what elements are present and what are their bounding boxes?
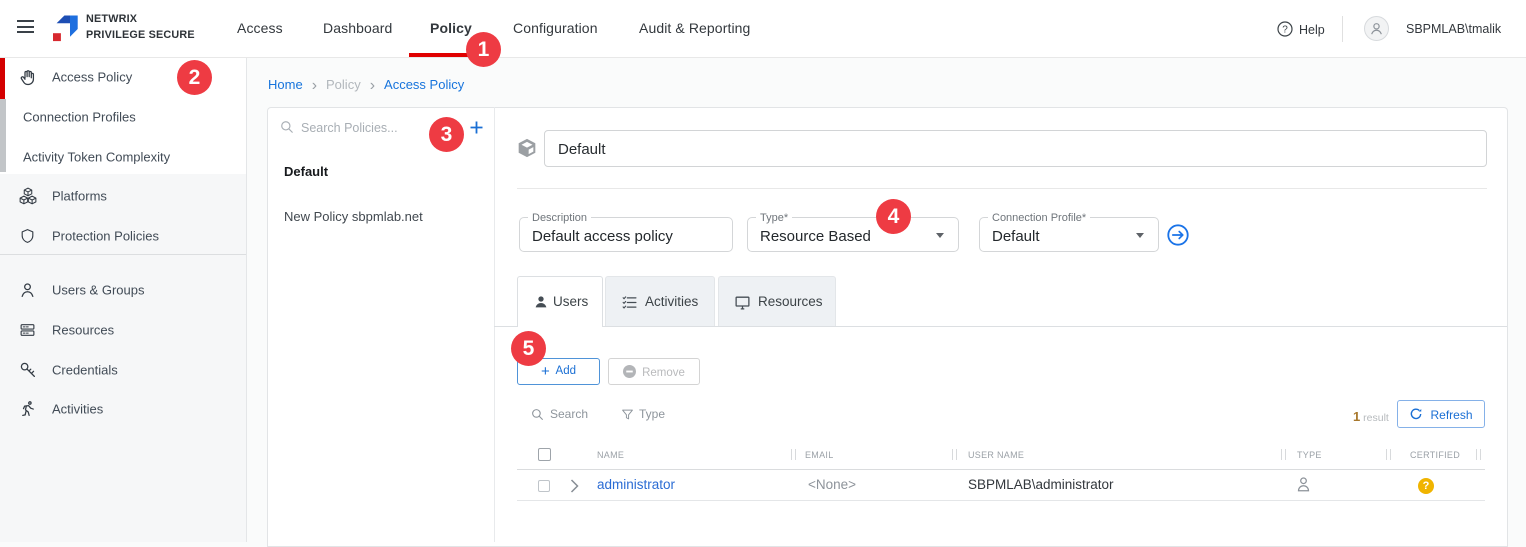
svg-text:?: ?	[1282, 25, 1288, 36]
